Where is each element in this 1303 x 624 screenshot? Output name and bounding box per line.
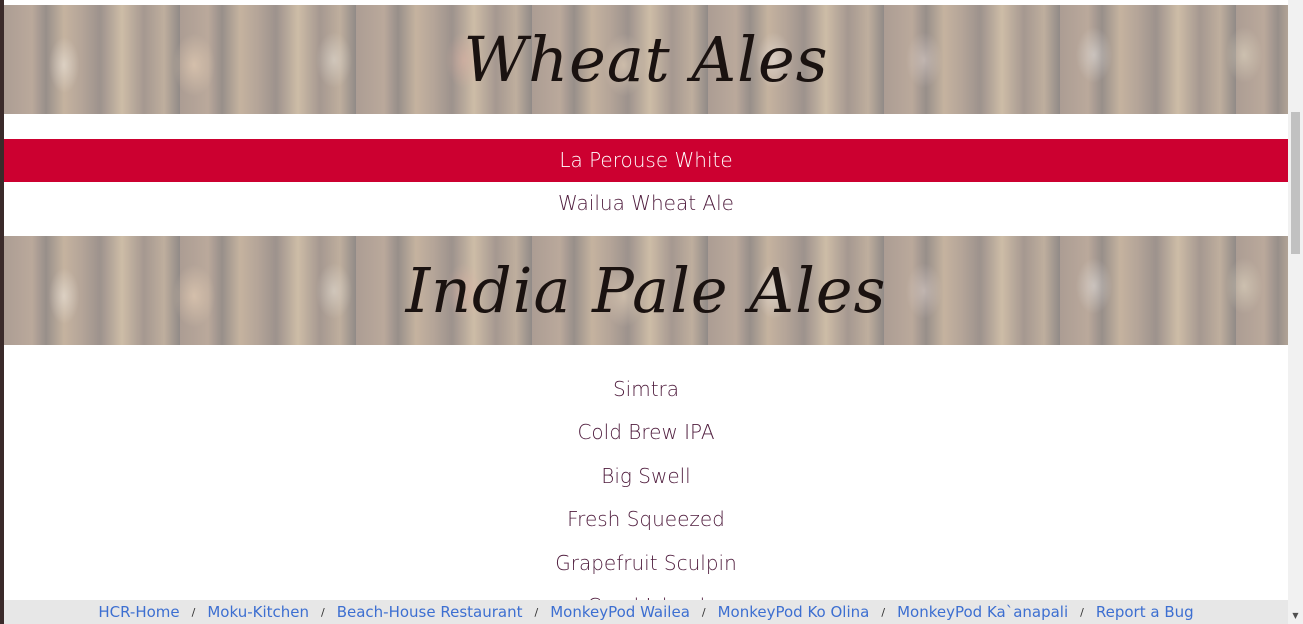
beer-item[interactable]: Big Swell xyxy=(4,455,1288,498)
footer-link-hcr-home[interactable]: HCR-Home xyxy=(98,603,179,621)
beer-list-india-pale-ales: Simtra Cold Brew IPA Big Swell Fresh Squ… xyxy=(4,368,1288,624)
section-heading: Wheat Ales xyxy=(463,23,829,96)
footer-link-monkeypod-ko-olina[interactable]: MonkeyPod Ko Olina xyxy=(718,603,870,621)
footer-link-beach-house[interactable]: Beach-House Restaurant xyxy=(337,603,523,621)
footer-link-monkeypod-kaanapali[interactable]: MonkeyPod Ka`anapali xyxy=(897,603,1068,621)
footer-link-report-bug[interactable]: Report a Bug xyxy=(1096,603,1194,621)
beer-item-active[interactable]: La Perouse White xyxy=(4,139,1288,183)
beer-menu-page: Wheat Ales La Perouse White Wailua Wheat… xyxy=(4,0,1288,624)
scrollbar-thumb[interactable] xyxy=(1291,112,1300,254)
chevron-down-icon[interactable]: ▼ xyxy=(1288,610,1303,622)
footer-separator: / xyxy=(320,605,325,619)
vertical-scrollbar[interactable]: ▼ xyxy=(1288,0,1303,624)
footer-separator: / xyxy=(191,605,196,619)
beer-list-wheat-ales: La Perouse White Wailua Wheat Ale xyxy=(4,139,1288,226)
footer-separator: / xyxy=(534,605,539,619)
footer-separator: / xyxy=(701,605,706,619)
beer-item[interactable]: Simtra xyxy=(4,368,1288,411)
footer-separator: / xyxy=(881,605,886,619)
footer-nav: HCR-Home / Moku-Kitchen / Beach-House Re… xyxy=(4,600,1288,624)
footer-link-monkeypod-wailea[interactable]: MonkeyPod Wailea xyxy=(550,603,690,621)
footer-link-moku-kitchen[interactable]: Moku-Kitchen xyxy=(207,603,309,621)
footer-separator: / xyxy=(1080,605,1084,619)
section-heading: India Pale Ales xyxy=(405,254,887,327)
beer-item[interactable]: Cold Brew IPA xyxy=(4,411,1288,454)
section-banner-wheat-ales: Wheat Ales xyxy=(4,5,1288,114)
section-banner-india-pale-ales: India Pale Ales xyxy=(4,236,1288,345)
beer-item[interactable]: Fresh Squeezed xyxy=(4,498,1288,541)
beer-item[interactable]: Wailua Wheat Ale xyxy=(4,182,1288,225)
beer-item[interactable]: Grapefruit Sculpin xyxy=(4,542,1288,585)
